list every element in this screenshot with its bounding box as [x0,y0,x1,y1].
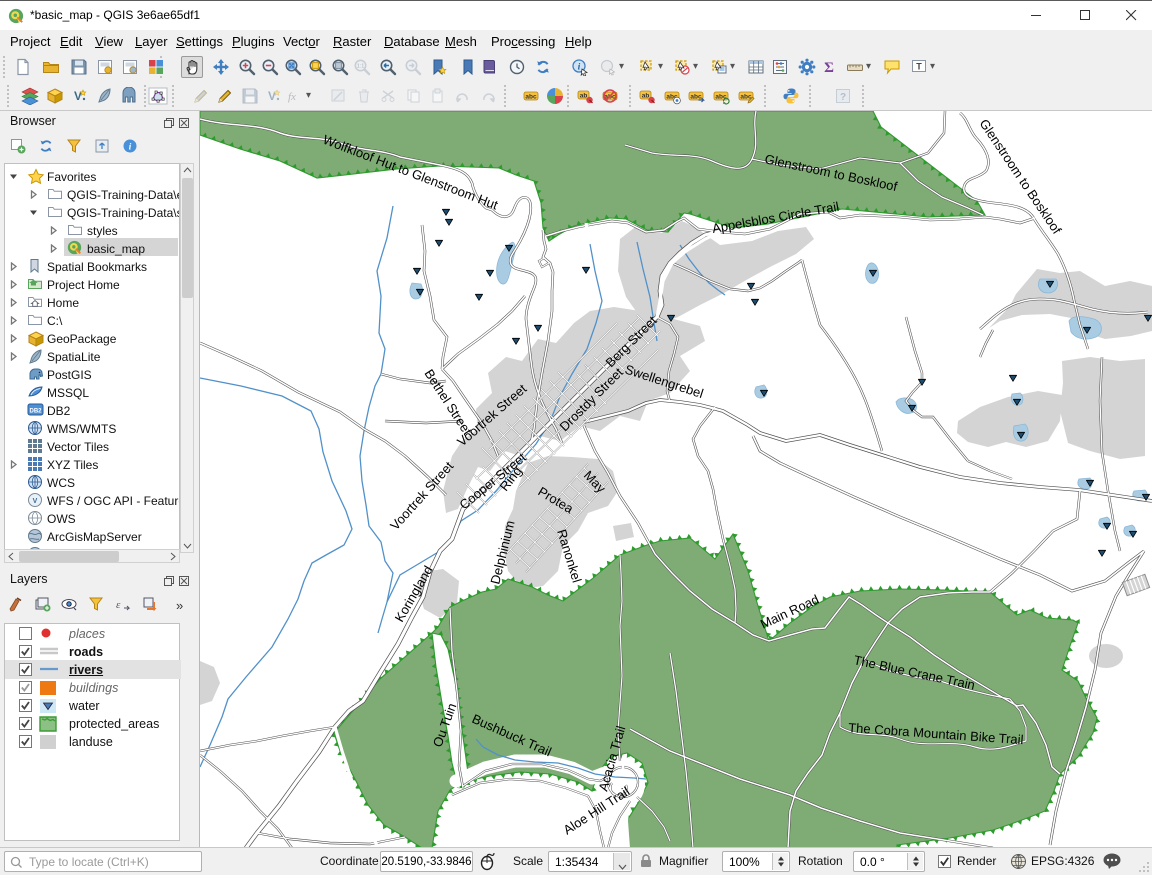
svg-text:?: ? [840,92,846,103]
svg-text:V: V [74,89,82,103]
svg-text:DB2: DB2 [29,409,42,415]
svg-text:fx: fx [288,91,296,103]
svg-text:ab: ab [580,92,588,99]
svg-text:V: V [268,89,276,103]
svg-text:T: T [916,62,922,72]
svg-text:abc: abc [525,93,537,100]
svg-text:ab: ab [642,92,650,99]
svg-text:1:1: 1:1 [357,64,365,70]
svg-text:V: V [33,498,38,505]
svg-text:Σ: Σ [824,60,834,76]
svg-text:abc: abc [690,93,702,100]
svg-text:ε: ε [116,599,121,611]
svg-text:abc: abc [715,93,727,100]
